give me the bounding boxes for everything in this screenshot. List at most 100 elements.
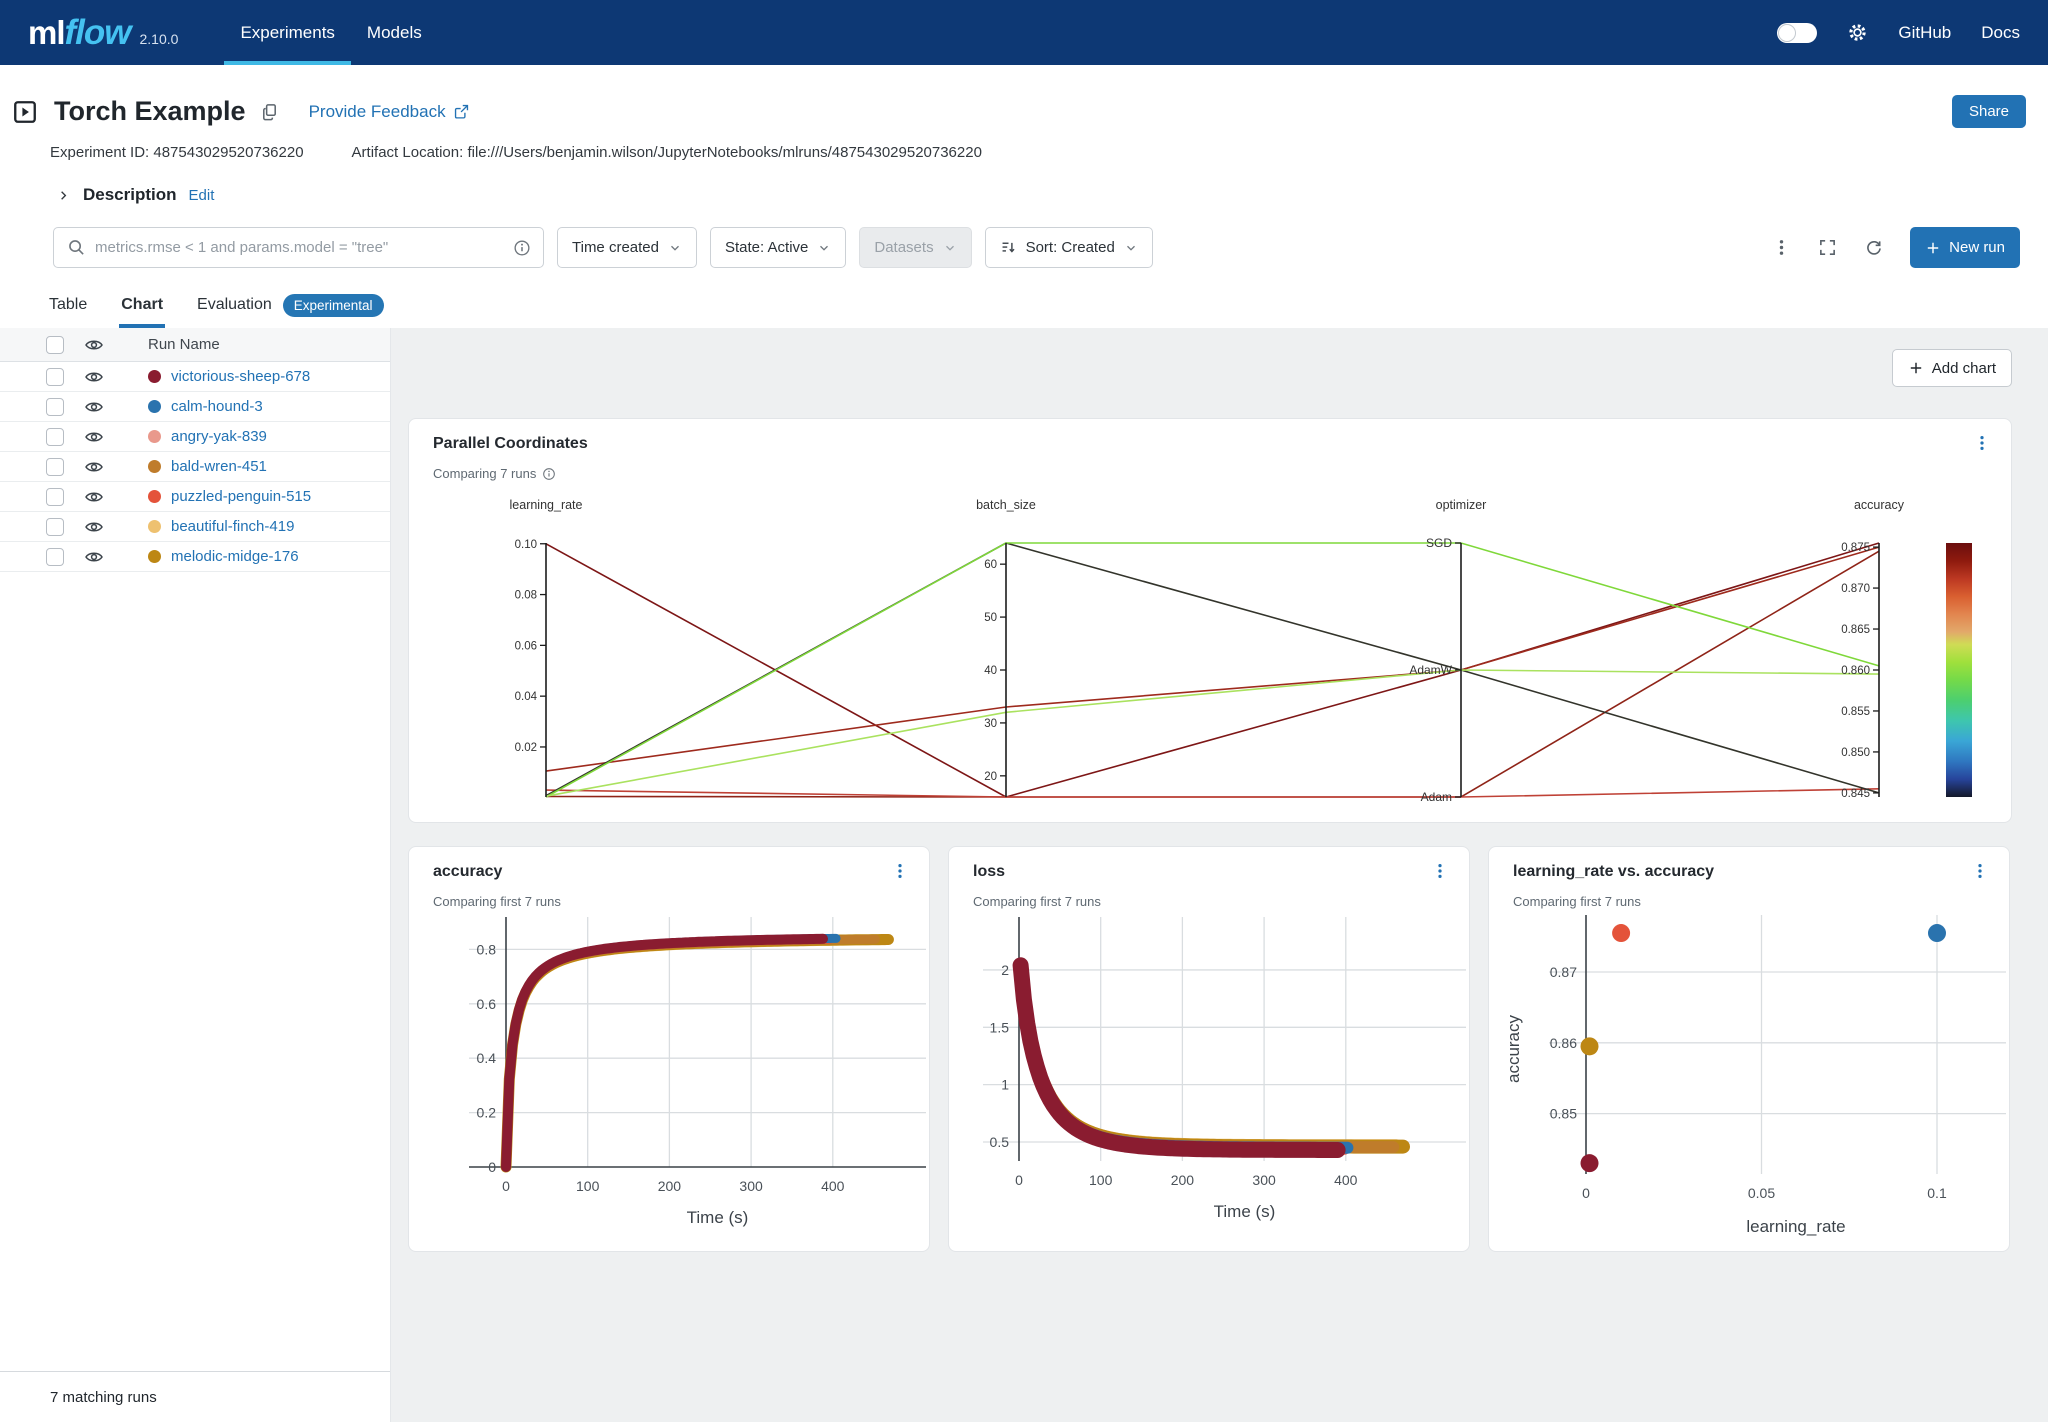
experimental-badge: Experimental xyxy=(283,294,384,317)
run-name-link[interactable]: calm-hound-3 xyxy=(171,398,263,415)
fullscreen-button[interactable] xyxy=(1818,238,1837,257)
kebab-menu-icon[interactable] xyxy=(891,862,909,880)
refresh-icon xyxy=(1864,238,1883,257)
docs-link[interactable]: Docs xyxy=(1981,23,2020,43)
kebab-menu-icon[interactable] xyxy=(1971,862,1989,880)
search-input[interactable] xyxy=(95,239,513,256)
svg-text:0.87: 0.87 xyxy=(1550,964,1577,980)
accuracy-line-chart: 010020030040000.20.40.60.8Time (s) xyxy=(409,909,931,1249)
row-checkbox[interactable] xyxy=(46,458,64,476)
table-row: victorious-sheep-678 xyxy=(0,362,390,392)
svg-text:0.8: 0.8 xyxy=(477,941,497,957)
experiment-header: Torch Example Provide Feedback Share xyxy=(0,95,2048,128)
eye-icon[interactable] xyxy=(84,397,104,417)
dark-mode-toggle[interactable] xyxy=(1777,23,1817,43)
svg-text:0.845: 0.845 xyxy=(1841,788,1870,800)
svg-text:0.860: 0.860 xyxy=(1841,665,1870,677)
new-run-button[interactable]: New run xyxy=(1910,227,2020,268)
run-color-dot xyxy=(148,370,161,383)
search-icon xyxy=(67,238,86,257)
row-checkbox[interactable] xyxy=(46,548,64,566)
run-name-link[interactable]: beautiful-finch-419 xyxy=(171,518,294,535)
datasets-dropdown[interactable]: Datasets xyxy=(859,227,971,268)
svg-text:learning_rate: learning_rate xyxy=(1746,1217,1845,1236)
svg-text:300: 300 xyxy=(739,1178,763,1194)
table-row: beautiful-finch-419 xyxy=(0,512,390,542)
share-button[interactable]: Share xyxy=(1952,95,2026,128)
pc-lines xyxy=(546,543,1879,797)
chart-title: accuracy xyxy=(433,863,502,881)
eye-icon[interactable] xyxy=(84,457,104,477)
svg-text:0.865: 0.865 xyxy=(1841,624,1870,636)
more-options-button[interactable] xyxy=(1772,238,1791,257)
kebab-menu-icon[interactable] xyxy=(1973,434,1991,452)
nav-tab-models[interactable]: Models xyxy=(351,0,438,65)
svg-text:optimizer: optimizer xyxy=(1436,498,1487,512)
run-name-link[interactable]: bald-wren-451 xyxy=(171,458,267,475)
search-box xyxy=(53,227,544,268)
chart-title: loss xyxy=(973,863,1005,881)
row-checkbox[interactable] xyxy=(46,488,64,506)
row-checkbox[interactable] xyxy=(46,428,64,446)
svg-text:0.05: 0.05 xyxy=(1748,1185,1775,1201)
description-label: Description xyxy=(83,185,177,205)
github-link[interactable]: GitHub xyxy=(1898,23,1951,43)
chevron-down-icon xyxy=(668,241,682,255)
kebab-menu-icon[interactable] xyxy=(1431,862,1449,880)
info-icon[interactable] xyxy=(513,239,531,257)
experiment-icon xyxy=(12,99,38,125)
svg-text:0: 0 xyxy=(488,1159,496,1175)
svg-text:0.1: 0.1 xyxy=(1927,1185,1947,1201)
table-row: bald-wren-451 xyxy=(0,452,390,482)
add-chart-button[interactable]: Add chart xyxy=(1892,349,2012,387)
tab-chart[interactable]: Chart xyxy=(119,282,165,328)
eye-icon[interactable] xyxy=(84,547,104,567)
svg-text:0.10: 0.10 xyxy=(515,539,537,551)
gear-icon[interactable] xyxy=(1847,22,1868,43)
run-name-link[interactable]: puzzled-penguin-515 xyxy=(171,488,311,505)
tab-table[interactable]: Table xyxy=(47,282,89,328)
svg-text:200: 200 xyxy=(1171,1172,1195,1188)
logo-flow: flow xyxy=(65,13,131,53)
eye-icon[interactable] xyxy=(84,367,104,387)
run-name-link[interactable]: melodic-midge-176 xyxy=(171,548,299,565)
svg-text:0.04: 0.04 xyxy=(515,691,538,703)
run-color-dot xyxy=(148,490,161,503)
svg-text:0.6: 0.6 xyxy=(477,996,497,1012)
run-name-link[interactable]: victorious-sheep-678 xyxy=(171,368,310,385)
row-checkbox[interactable] xyxy=(46,368,64,386)
svg-text:0.02: 0.02 xyxy=(515,742,537,754)
refresh-button[interactable] xyxy=(1864,238,1883,257)
info-icon xyxy=(542,467,556,481)
tab-evaluation[interactable]: Evaluation Experimental xyxy=(195,282,386,328)
row-checkbox[interactable] xyxy=(46,518,64,536)
row-checkbox[interactable] xyxy=(46,398,64,416)
experiment-meta: Experiment ID: 487543029520736220 Artifa… xyxy=(0,144,2048,161)
chevron-right-icon[interactable] xyxy=(56,188,71,203)
chart-subtitle: Comparing first 7 runs xyxy=(1513,894,1641,909)
nav-tab-experiments[interactable]: Experiments xyxy=(224,0,350,65)
time-created-dropdown[interactable]: Time created xyxy=(557,227,697,268)
svg-text:0.875: 0.875 xyxy=(1841,542,1870,554)
select-all-checkbox[interactable] xyxy=(46,336,64,354)
description-edit-link[interactable]: Edit xyxy=(189,187,215,204)
run-name-link[interactable]: angry-yak-839 xyxy=(171,428,267,445)
plus-icon xyxy=(1908,360,1924,376)
state-dropdown[interactable]: State: Active xyxy=(710,227,846,268)
svg-text:300: 300 xyxy=(1252,1172,1276,1188)
svg-text:0.855: 0.855 xyxy=(1841,706,1870,718)
eye-icon[interactable] xyxy=(84,335,104,355)
svg-text:0.85: 0.85 xyxy=(1550,1106,1577,1122)
svg-text:0.86: 0.86 xyxy=(1550,1035,1577,1051)
svg-text:30: 30 xyxy=(984,718,997,730)
eye-icon[interactable] xyxy=(84,487,104,507)
copy-icon[interactable] xyxy=(260,102,279,121)
sort-dropdown[interactable]: Sort: Created xyxy=(985,227,1153,268)
eye-icon[interactable] xyxy=(84,427,104,447)
eye-icon[interactable] xyxy=(84,517,104,537)
mlflow-logo[interactable]: mlflow 2.10.0 xyxy=(28,13,178,53)
provide-feedback-link[interactable]: Provide Feedback xyxy=(309,102,470,122)
svg-text:0.870: 0.870 xyxy=(1841,583,1870,595)
runs-list: victorious-sheep-678 calm-hound-3 angry-ya… xyxy=(0,362,390,572)
loss-chart-card: loss Comparing first 7 runs 010020030040… xyxy=(948,846,1470,1252)
